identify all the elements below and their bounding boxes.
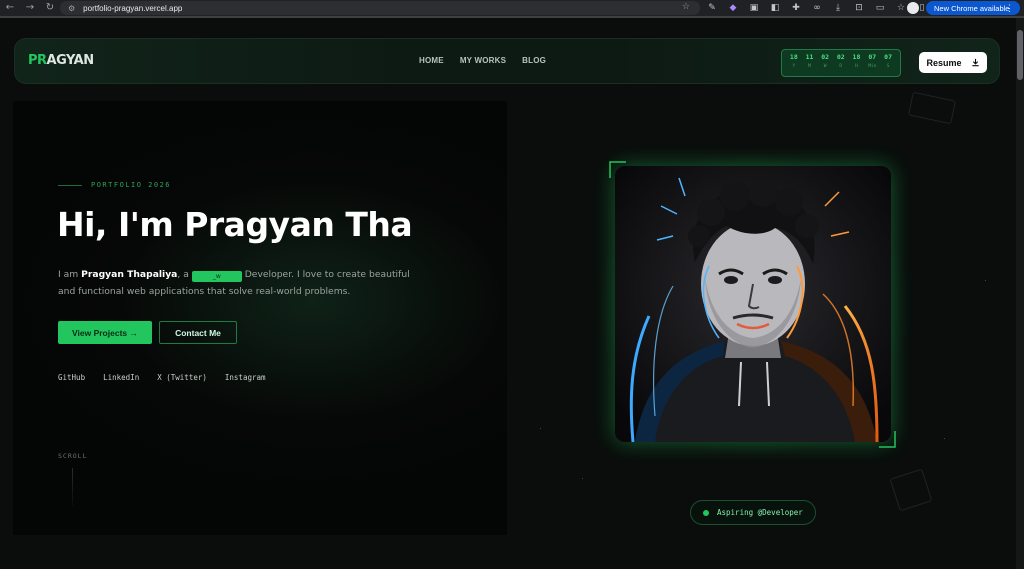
scrollbar-thumb[interactable] — [1017, 30, 1023, 80]
contact-me-button[interactable]: Contact Me — [159, 321, 237, 344]
media-icon[interactable]: ⊡ — [853, 3, 865, 13]
puzzle-extensions-icon[interactable]: ✚ — [790, 3, 802, 13]
portfolio-page: PRAGYAN HOME MY WORKS BLOG 18 Y 11 M 02 W 0… — [0, 18, 1016, 569]
bookmark-star-icon[interactable]: ☆ — [682, 2, 690, 12]
counter-weeks: 02 W — [821, 53, 830, 69]
decorative-square-bottom — [889, 468, 933, 512]
nav-link-my-works[interactable]: MY WORKS — [460, 56, 506, 65]
back-arrow-icon[interactable]: ← — [0, 0, 20, 16]
bookmarks-icon[interactable]: ☆ — [895, 3, 907, 13]
eyebrow-line — [58, 184, 82, 186]
nav-link-home[interactable]: HOME — [419, 56, 444, 65]
update-label: New Chrome available — [934, 3, 1010, 13]
page-scrollbar[interactable] — [1016, 18, 1024, 569]
menu-kebab-icon[interactable]: ⋮ — [1005, 1, 1014, 15]
address-bar[interactable]: ⚙ portfolio-pragyan.vercel.app ☆ — [60, 1, 700, 15]
forward-arrow-icon[interactable]: → — [20, 0, 40, 16]
decorative-speck — [540, 428, 541, 429]
counter-years: 18 Y — [789, 53, 798, 69]
screenshot-icon[interactable]: ▣ — [748, 3, 760, 13]
download-icon[interactable]: ⤓ — [832, 3, 844, 13]
counter-hours: 18 H — [852, 53, 861, 69]
reload-icon[interactable]: ↻ — [40, 0, 60, 16]
resume-label: Resume — [926, 57, 962, 68]
social-link-github[interactable]: GitHub — [58, 373, 85, 382]
nav-link-blog[interactable]: BLOG — [522, 56, 546, 65]
social-link-linkedin[interactable]: LinkedIn — [103, 373, 139, 382]
view-projects-button[interactable]: View Projects → — [58, 321, 152, 344]
hero-intro-text: I am Pragyan Thapaliya, a _w Developer. … — [58, 269, 410, 297]
resume-download-button[interactable]: Resume — [919, 52, 987, 73]
link-icon[interactable]: ∞ — [811, 3, 823, 13]
profile-avatar[interactable] — [907, 2, 919, 14]
profile-portrait — [615, 166, 891, 442]
site-logo[interactable]: PRAGYAN — [28, 53, 94, 68]
cast-icon[interactable]: ▭ — [874, 3, 886, 13]
pen-icon[interactable]: ✎ — [706, 3, 718, 13]
scroll-indicator-line — [72, 468, 73, 506]
scroll-indicator-label: SCROLL — [58, 452, 88, 460]
download-icon — [971, 58, 979, 67]
decorative-speck — [985, 280, 986, 281]
portrait-illustration — [615, 166, 891, 442]
status-dot — [703, 509, 709, 516]
counter-months: 11 M — [805, 53, 814, 69]
chrome-update-button[interactable]: New Chrome available ⋮ — [926, 1, 1020, 15]
site-info-icon[interactable]: ⚙ — [68, 4, 75, 13]
site-navbar: PRAGYAN HOME MY WORKS BLOG 18 Y 11 M 02 W 0… — [14, 38, 1000, 84]
counter-days: 02 D — [836, 53, 845, 69]
decorative-speck — [944, 438, 945, 439]
typing-role-chip: _w — [191, 271, 242, 282]
social-link-instagram[interactable]: Instagram — [225, 373, 266, 382]
age-counter: 18 Y 11 M 02 W 02 D 18 H 07 Min 07 S — [781, 49, 901, 77]
nav-menu: HOME MY WORKS BLOG — [419, 56, 546, 65]
hero-headline: Hi, I'm Pragyan Tha — [57, 205, 413, 244]
decorative-speck — [582, 478, 583, 479]
counter-minutes: 07 Min — [868, 53, 877, 69]
extension-badge-icon[interactable]: ◆ — [727, 3, 739, 13]
decorative-square-top — [907, 91, 957, 125]
browser-toolbar: ← → ↻ ⚙ portfolio-pragyan.vercel.app ☆ ✎… — [0, 0, 1024, 16]
hero-eyebrow: PORTFOLIO 2026 — [58, 181, 171, 189]
tab-icon[interactable]: ◧ — [769, 3, 781, 13]
extension-toolbar: ✎ ◆ ▣ ◧ ✚ ∞ ⤓ ⊡ ▭ ☆ ▯ — [706, 0, 928, 16]
address-bar-url: portfolio-pragyan.vercel.app — [83, 3, 183, 13]
social-links: GitHub LinkedIn X (Twitter) Instagram — [58, 373, 266, 382]
status-badge: Aspiring @Developer — [690, 500, 816, 525]
hero-intro-panel: PORTFOLIO 2026 Hi, I'm Pragyan Tha I am … — [13, 101, 507, 535]
counter-seconds: 07 S — [884, 53, 892, 69]
social-link-x-twitter[interactable]: X (Twitter) — [157, 373, 207, 382]
